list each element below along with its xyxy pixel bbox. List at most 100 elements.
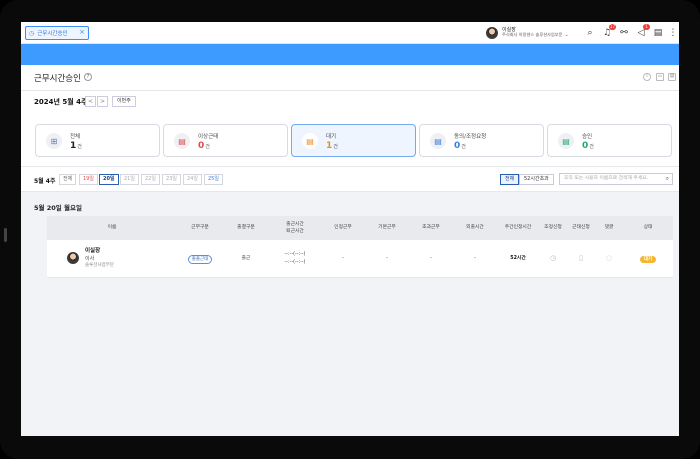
card-count: 0건 bbox=[198, 141, 210, 151]
cell-outing: - bbox=[474, 256, 476, 262]
card-abnormal[interactable]: ▤ 이상근태 0건 bbox=[163, 124, 288, 157]
megaphone-icon[interactable]: ◁ 1 bbox=[634, 24, 650, 40]
cell-adjust-request: ◷ bbox=[539, 240, 567, 278]
th-adjust-request: 조정신청 bbox=[544, 225, 562, 231]
search-icon[interactable]: ⌕ bbox=[583, 26, 597, 40]
card-count: 0건 bbox=[454, 141, 466, 151]
cell-attendance: 출근 bbox=[241, 256, 251, 262]
document-outline-icon[interactable]: ▯ bbox=[579, 253, 583, 264]
clock-icon: ◷ bbox=[29, 29, 35, 37]
banner-bar bbox=[21, 44, 679, 65]
card-label: 대기 bbox=[326, 134, 337, 140]
card-label: 동의/조정요청 bbox=[454, 134, 487, 140]
title-bar: 근무시간승인 ? i ▭ ▤ bbox=[21, 65, 679, 91]
card-count: 1건 bbox=[70, 141, 82, 151]
announcement-badge: 1 bbox=[643, 24, 650, 30]
clock-out: --:--(--:--) bbox=[284, 260, 306, 265]
cell-overtime: - bbox=[430, 256, 432, 262]
info-icon[interactable]: i bbox=[643, 73, 651, 81]
cell-status: 대기 bbox=[623, 240, 673, 278]
app-screen: ◷ 근무시간승인 × 이실장 주식회사 아랑센스 솔루션사업부문 ⌄ ⌕ ♫ 17… bbox=[21, 22, 679, 436]
page-title: 근무시간승인 bbox=[34, 74, 81, 84]
card-label: 승인 bbox=[582, 134, 593, 140]
th-status: 상태 bbox=[643, 225, 653, 231]
cell-clock-time: --:--(--:--) --:--(--:--) bbox=[269, 240, 321, 278]
top-bar: ◷ 근무시간승인 × 이실장 주식회사 아랑센스 솔루션사업부문 ⌄ ⌕ ♫ 17… bbox=[21, 22, 679, 44]
cell-comments: ◌ bbox=[595, 240, 623, 278]
cell-weekly: 52시간 bbox=[510, 256, 526, 262]
print-icon[interactable]: ▭ bbox=[656, 73, 664, 81]
day-tab-21[interactable]: 21일 bbox=[120, 174, 139, 185]
cell-work-type: 출출근태 bbox=[177, 240, 223, 278]
search-icon[interactable]: ⌕ bbox=[666, 174, 669, 184]
view-all-button[interactable]: 전체 bbox=[500, 174, 520, 185]
card-count: 1건 bbox=[326, 141, 338, 151]
grid-icon: ⊞ bbox=[46, 133, 62, 149]
search-placeholder: 조직 또는 사용자 이름으로 검색해 주세요. bbox=[564, 176, 649, 181]
day-tab-20[interactable]: 20일 bbox=[99, 174, 119, 185]
cell-attendance-request: ▯ bbox=[567, 240, 595, 278]
search-input[interactable]: 조직 또는 사용자 이름으로 검색해 주세요. ⌕ bbox=[559, 173, 673, 185]
employee-name: 이실장 bbox=[85, 248, 101, 254]
th-recognized: 인정근무 bbox=[334, 225, 352, 231]
day-tab-22[interactable]: 22일 bbox=[141, 174, 160, 185]
help-icon[interactable]: ? bbox=[84, 73, 92, 81]
tab-label: 근무시간승인 bbox=[37, 31, 68, 37]
view-52h-button[interactable]: 52시간초과 bbox=[519, 174, 554, 185]
card-approved[interactable]: ▤ 승인 0건 bbox=[547, 124, 672, 157]
filter-bar: 5월 4주 전체 19일 20일 21일 22일 23일 24일 25일 전체 … bbox=[21, 167, 679, 192]
employee-title: 이사 bbox=[85, 255, 95, 262]
tab-work-approval[interactable]: ◷ 근무시간승인 × bbox=[25, 26, 89, 40]
day-tab-23[interactable]: 23일 bbox=[162, 174, 181, 185]
close-icon[interactable]: × bbox=[79, 28, 85, 36]
user-menu[interactable]: 이실장 주식회사 아랑센스 솔루션사업부문 ⌄ bbox=[486, 24, 569, 42]
avatar bbox=[67, 252, 79, 265]
work-type-badge: 출출근태 bbox=[187, 254, 213, 264]
clock-outline-icon[interactable]: ◷ bbox=[550, 253, 556, 264]
summary-cards: ⊞ 전체 1건 ▤ 이상근태 0건 ▤ 대기 1건 ▤ 동의/조정요청 0건 ▤… bbox=[21, 113, 679, 167]
prev-week-button[interactable]: < bbox=[85, 96, 96, 107]
week-label: 2024년 5월 4주 bbox=[34, 98, 88, 106]
status-badge: 대기 bbox=[639, 255, 657, 263]
comment-icon[interactable]: ◌ bbox=[606, 253, 612, 264]
day-tab-25[interactable]: 25일 bbox=[204, 174, 223, 185]
document-icon[interactable]: ▤ bbox=[651, 26, 665, 40]
card-request[interactable]: ▤ 동의/조정요청 0건 bbox=[419, 124, 544, 157]
document-approved-icon: ▤ bbox=[558, 133, 574, 149]
th-basic: 기본근무 bbox=[378, 225, 396, 231]
avatar bbox=[486, 27, 498, 39]
employee-dept: 솔루션사업부문 bbox=[85, 262, 114, 268]
chevron-down-icon[interactable]: ⌄ bbox=[564, 32, 568, 38]
th-overtime: 초과근무 bbox=[422, 225, 440, 231]
th-outing: 외출시간 bbox=[466, 225, 484, 231]
document-pending-icon: ▤ bbox=[302, 133, 318, 149]
table-header: 이름 근무구분 출결구분 출근시간 퇴근시간 인정근무 기본근무 초과근무 외출… bbox=[47, 216, 673, 240]
card-all[interactable]: ⊞ 전체 1건 bbox=[35, 124, 160, 157]
th-name: 이름 bbox=[107, 225, 117, 231]
day-tab-24[interactable]: 24일 bbox=[183, 174, 202, 185]
export-icon[interactable]: ▤ bbox=[668, 73, 676, 81]
bell-icon[interactable]: ♫ 17 bbox=[600, 24, 616, 40]
employee-cell: 이실장 이사 솔루션사업부문 bbox=[67, 248, 114, 269]
table-row[interactable]: 이실장 이사 솔루션사업부문 출출근태 출근 --:--(--:--) --:-… bbox=[47, 240, 673, 278]
document-request-icon: ▤ bbox=[430, 133, 446, 149]
th-comments: 댓글 bbox=[604, 225, 614, 231]
next-week-button[interactable]: > bbox=[97, 96, 108, 107]
notification-badge: 17 bbox=[608, 24, 616, 30]
date-heading: 5월 20일 월요일 bbox=[34, 204, 82, 212]
cell-basic: - bbox=[386, 256, 388, 262]
clock-in: --:--(--:--) bbox=[284, 252, 306, 258]
day-tab-19[interactable]: 19일 bbox=[79, 174, 98, 185]
card-label: 전체 bbox=[70, 134, 81, 140]
document-error-icon: ▤ bbox=[174, 133, 190, 149]
week-bar: 2024년 5월 4주 < > 이번주 bbox=[21, 91, 679, 113]
th-attendance: 출결구분 bbox=[237, 225, 255, 231]
more-icon[interactable]: ⋮ bbox=[666, 26, 679, 40]
filter-week-label: 5월 4주 bbox=[34, 178, 56, 185]
card-pending[interactable]: ▤ 대기 1건 bbox=[291, 124, 416, 157]
this-week-button[interactable]: 이번주 bbox=[112, 96, 136, 107]
org-chart-icon[interactable]: ⚯ bbox=[617, 26, 631, 40]
th-attendance-request: 근태신청 bbox=[572, 225, 590, 231]
day-tab-all[interactable]: 전체 bbox=[59, 174, 77, 185]
th-weekly: 주간인정시간 bbox=[504, 225, 532, 231]
